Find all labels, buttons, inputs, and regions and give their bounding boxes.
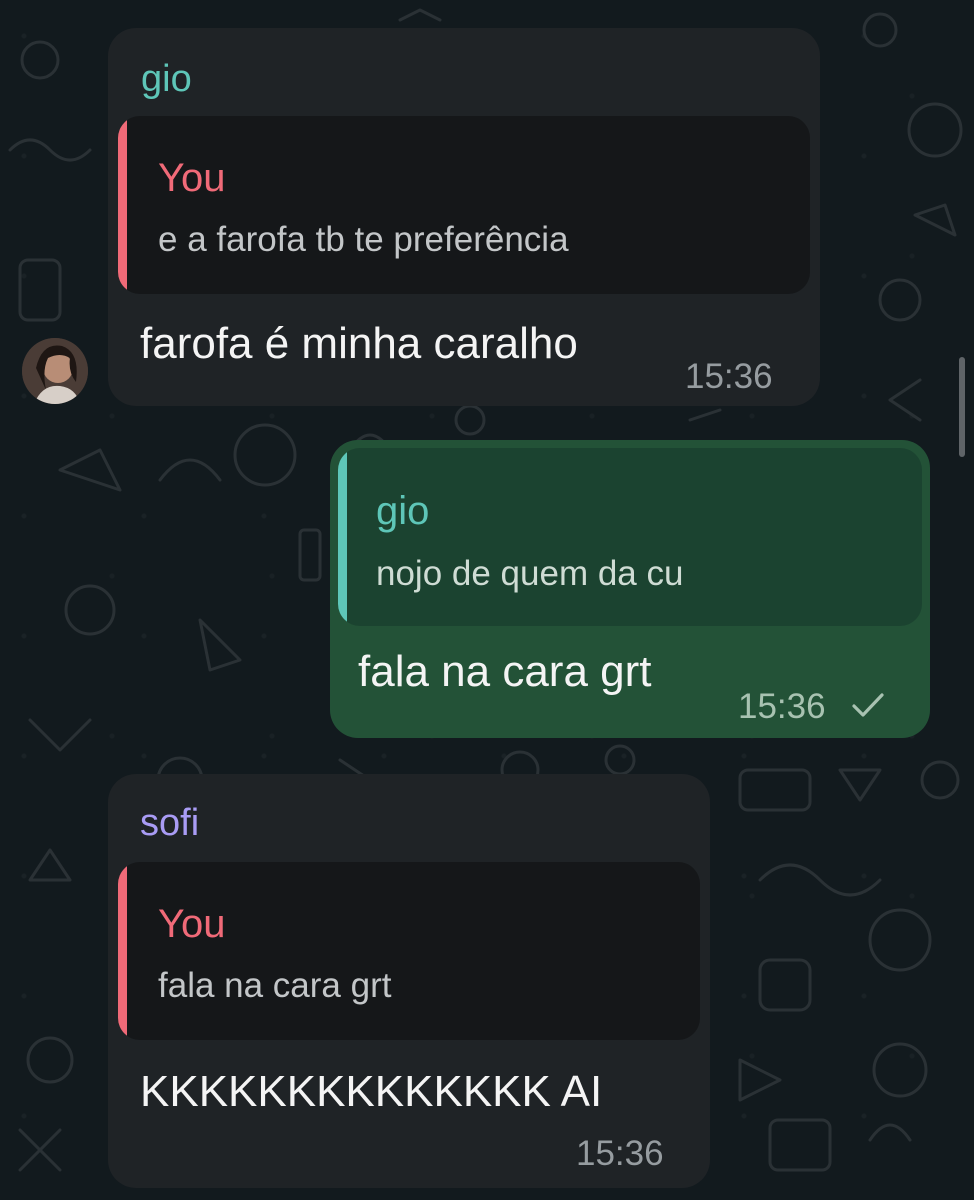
quote-accent-bar bbox=[118, 862, 127, 1040]
message-time: 15:36 bbox=[576, 1134, 664, 1173]
sent-check-icon bbox=[852, 693, 884, 717]
quote-accent-bar bbox=[118, 116, 127, 294]
reply-quote[interactable]: You e a farofa tb te preferência bbox=[118, 116, 810, 294]
message-bubble-incoming[interactable]: gio You e a farofa tb te preferência far… bbox=[108, 28, 820, 406]
scrollbar-thumb[interactable] bbox=[959, 357, 965, 457]
quote-accent-bar bbox=[338, 448, 347, 626]
message-text: KKKKKKKKKKKKKK AI bbox=[140, 1067, 603, 1116]
message-bubble-incoming[interactable]: sofi You fala na cara grt KKKKKKKKKKKKKK… bbox=[108, 774, 710, 1188]
avatar-photo bbox=[22, 338, 88, 404]
message-time: 15:36 bbox=[738, 687, 826, 726]
quote-author: You bbox=[158, 156, 226, 200]
quote-author: You bbox=[158, 902, 226, 946]
message-time: 15:36 bbox=[685, 357, 773, 396]
sender-name[interactable]: gio bbox=[141, 60, 192, 98]
quote-author: gio bbox=[376, 489, 430, 533]
reply-quote[interactable]: You fala na cara grt bbox=[118, 862, 700, 1040]
avatar-gio[interactable] bbox=[22, 338, 88, 404]
message-bubble-outgoing[interactable]: gio nojo de quem da cu fala na cara grt … bbox=[330, 440, 930, 738]
message-text: fala na cara grt bbox=[358, 647, 652, 696]
sender-name[interactable]: sofi bbox=[140, 804, 199, 842]
quote-text: fala na cara grt bbox=[158, 966, 392, 1005]
quote-text: e a farofa tb te preferência bbox=[158, 220, 569, 259]
reply-quote[interactable]: gio nojo de quem da cu bbox=[338, 448, 922, 626]
message-text: farofa é minha caralho bbox=[140, 319, 578, 368]
quote-text: nojo de quem da cu bbox=[376, 554, 684, 593]
